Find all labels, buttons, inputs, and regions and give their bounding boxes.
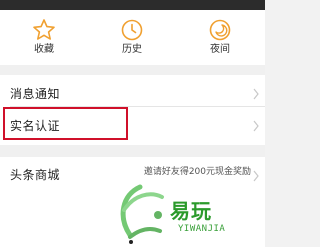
history-button[interactable]: 历史 — [102, 14, 162, 62]
highlight-annotation-box — [3, 107, 128, 140]
history-label: 历史 — [122, 44, 142, 55]
status-bar — [0, 0, 265, 10]
favorites-label: 收藏 — [34, 44, 54, 55]
star-icon — [33, 19, 55, 40]
section-gap — [0, 145, 265, 157]
night-mode-icon — [209, 19, 231, 41]
quick-actions-bar: 收藏 历史 夜间 — [0, 10, 265, 65]
mall-label: 头条商城 — [10, 168, 61, 182]
chevron-right-icon — [253, 88, 259, 100]
history-clock-icon — [121, 19, 143, 41]
watermark-site: YIWANJIA — [178, 224, 226, 234]
settings-page: 收藏 历史 夜间 消息通知 实名认证 头条商城 邀请好友得200元现金奖励 易玩… — [0, 0, 265, 247]
night-mode-label: 夜间 — [210, 44, 230, 55]
watermark-brand: 易玩 — [170, 199, 212, 223]
night-mode-button[interactable]: 夜间 — [190, 14, 250, 62]
notifications-label: 消息通知 — [10, 87, 61, 101]
page-indicator-dot — [129, 240, 133, 244]
favorites-button[interactable]: 收藏 — [14, 14, 74, 62]
chevron-right-icon — [253, 120, 259, 132]
section-gap — [0, 65, 265, 75]
